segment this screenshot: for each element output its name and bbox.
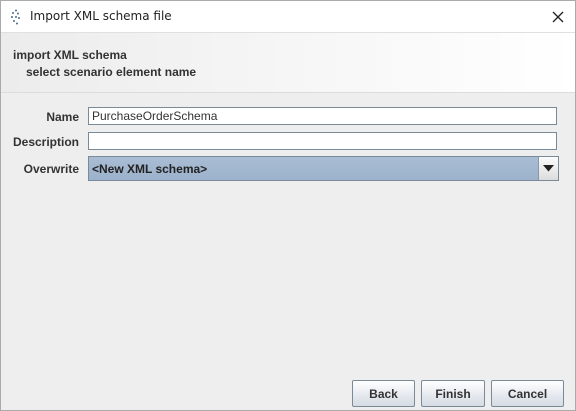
chevron-down-icon [543,165,554,172]
cancel-button[interactable]: Cancel [491,380,564,407]
wizard-step-subtitle: select scenario element name [26,65,197,79]
import-dialog: Import XML schema file import XML schema… [0,0,576,411]
wizard-header: import XML schema select scenario elemen… [1,32,575,93]
overwrite-label: Overwrite [23,162,79,176]
overwrite-selected-value: <New XML schema> [92,162,208,176]
description-input[interactable] [88,132,557,150]
overwrite-dropdown[interactable]: <New XML schema> [88,156,559,181]
dropdown-arrow-button[interactable] [538,157,558,180]
name-label: Name [46,110,79,124]
description-label: Description [12,135,79,149]
wizard-step-title: import XML schema [13,48,127,62]
finish-button[interactable]: Finish [421,380,485,407]
back-button[interactable]: Back [352,380,415,407]
title-bar: Import XML schema file [1,1,575,32]
window-title: Import XML schema file [30,9,172,23]
app-logo-icon [10,9,22,25]
name-input[interactable] [88,107,557,125]
close-icon[interactable] [549,8,567,26]
